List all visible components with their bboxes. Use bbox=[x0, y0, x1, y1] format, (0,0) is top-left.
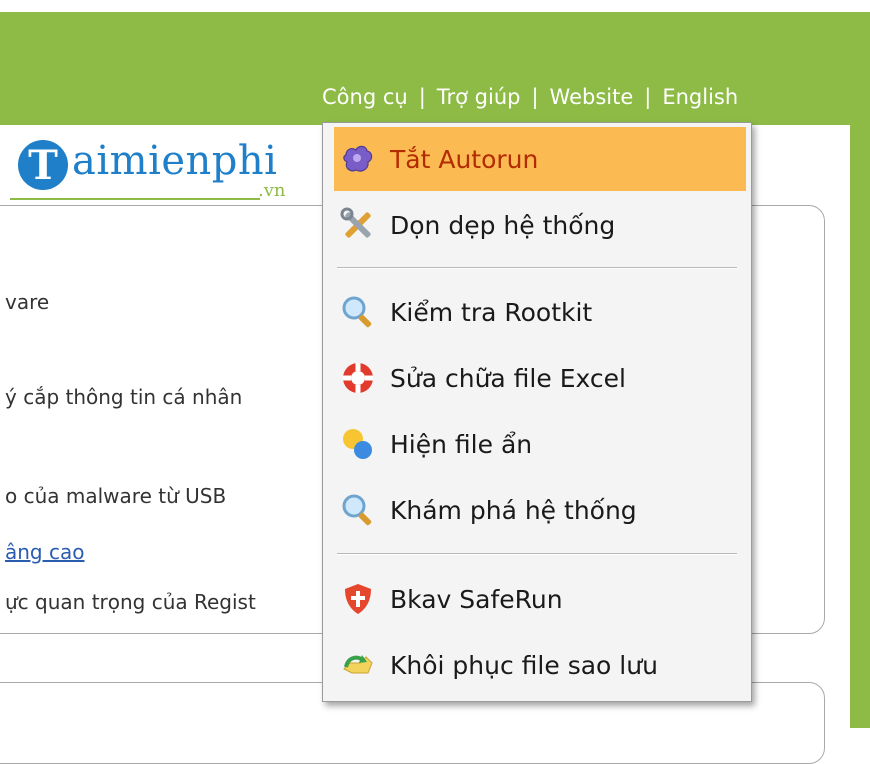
logo-letter: T bbox=[18, 140, 68, 190]
panel-text-line: ực quan trọng của Regist bbox=[5, 590, 256, 614]
nav-website[interactable]: Website bbox=[550, 85, 634, 109]
menu-item-don-dep[interactable]: Dọn dẹp hệ thống bbox=[334, 193, 746, 257]
menu-item-sua-chua-excel[interactable]: Sửa chữa file Excel bbox=[334, 346, 746, 410]
menu-item-label: Kiểm tra Rootkit bbox=[390, 297, 593, 327]
panel-text-line: ý cắp thông tin cá nhân bbox=[5, 385, 243, 409]
nav-separator: | bbox=[418, 85, 426, 109]
shield-icon bbox=[345, 584, 371, 614]
menu-item-label: Hiện file ẩn bbox=[390, 429, 533, 459]
menu-item-khoi-phuc[interactable]: Khôi phục file sao lưu bbox=[334, 633, 746, 697]
nav-english[interactable]: English bbox=[662, 85, 738, 109]
right-border bbox=[850, 125, 870, 728]
site-logo[interactable]: T aimienphi .vn bbox=[10, 130, 310, 210]
menu-item-label: Khôi phục file sao lưu bbox=[390, 650, 658, 680]
header-top-strip bbox=[0, 0, 870, 12]
nav-cong-cu[interactable]: Công cụ bbox=[322, 85, 408, 109]
magnifier-icon bbox=[342, 494, 372, 526]
menu-item-kham-pha[interactable]: Khám phá hệ thống bbox=[334, 478, 746, 542]
menu-item-bkav-saferun[interactable]: Bkav SafeRun bbox=[334, 567, 746, 631]
lifebuoy-icon bbox=[343, 363, 373, 393]
nav-separator: | bbox=[531, 85, 539, 109]
menu-item-tat-autorun[interactable]: Tắt Autorun bbox=[334, 127, 746, 191]
top-nav: Công cụ | Trợ giúp | Website | English bbox=[322, 82, 738, 112]
menu-item-kiem-tra-rootkit[interactable]: Kiểm tra Rootkit bbox=[334, 280, 746, 344]
nav-separator: | bbox=[644, 85, 652, 109]
nav-tro-giup[interactable]: Trợ giúp bbox=[437, 85, 521, 109]
menu-separator bbox=[337, 267, 737, 269]
panel-text-line: vare bbox=[5, 290, 50, 314]
menu-item-label: Tắt Autorun bbox=[390, 144, 539, 174]
bubbles-icon bbox=[343, 429, 372, 459]
menu-item-label: Bkav SafeRun bbox=[390, 584, 563, 614]
advanced-link[interactable]: âng cao bbox=[5, 540, 84, 564]
menu-item-label: Khám phá hệ thống bbox=[390, 495, 637, 525]
menu-item-hien-file-an[interactable]: Hiện file ẩn bbox=[334, 412, 746, 476]
logo-text: aimienphi bbox=[72, 138, 278, 184]
restore-icon bbox=[343, 655, 373, 674]
menu-item-label: Dọn dẹp hệ thống bbox=[390, 210, 616, 240]
tools-dropdown-menu: Tắt Autorun Dọn dẹp hệ thống Kiểm tra Ro… bbox=[322, 122, 752, 702]
panel-text-line: o của malware từ USB bbox=[5, 484, 227, 508]
magnifier-icon bbox=[342, 296, 372, 328]
gear-puzzle-icon bbox=[343, 145, 373, 172]
tools-icon bbox=[340, 207, 371, 238]
menu-separator bbox=[337, 553, 737, 555]
logo-suffix: .vn bbox=[258, 180, 286, 201]
logo-underline bbox=[10, 198, 260, 200]
menu-item-label: Sửa chữa file Excel bbox=[390, 363, 626, 393]
